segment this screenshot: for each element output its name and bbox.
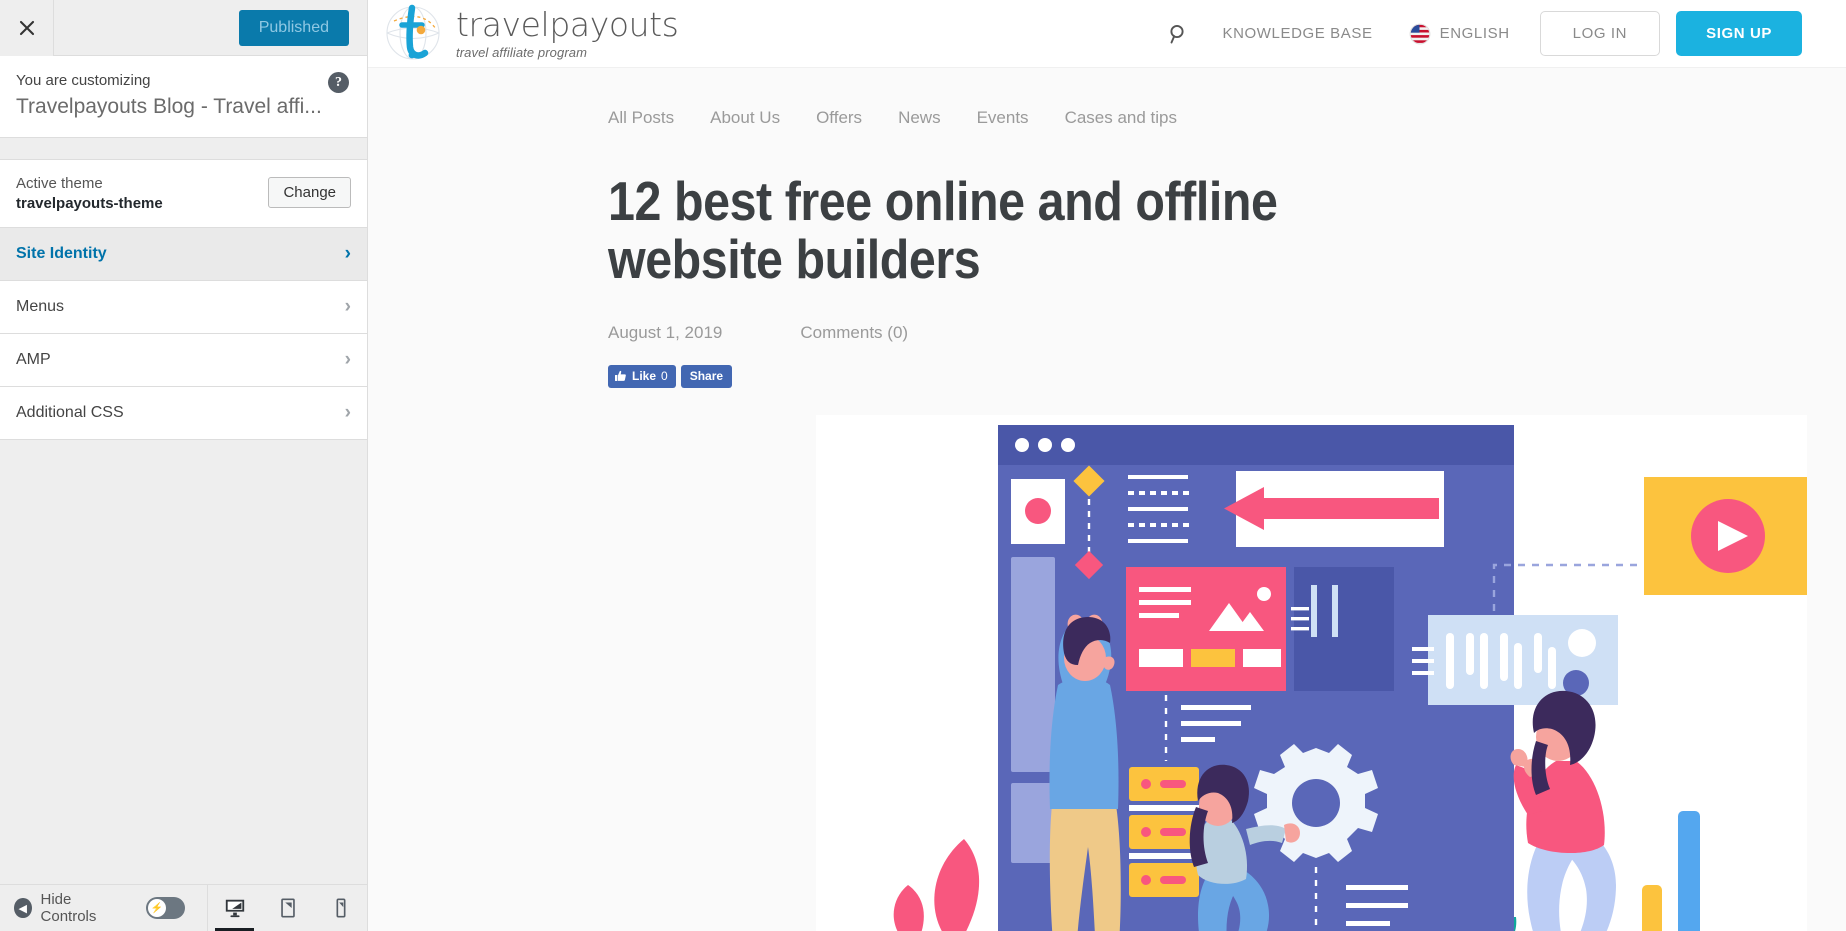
facebook-like-label: Like	[632, 368, 657, 383]
publish-button[interactable]: Published	[238, 9, 349, 46]
page-title: 12 best free online and offline website …	[608, 170, 1278, 290]
change-theme-button[interactable]: Change	[268, 176, 351, 208]
sidebar-divider	[0, 137, 367, 160]
customizing-info: You are customizing Travelpayouts Blog -…	[0, 56, 367, 138]
lightning-icon: ⚡	[148, 899, 167, 917]
chevron-right-icon: ›	[344, 243, 351, 264]
customizer-header: Published	[0, 0, 367, 56]
active-theme-name: travelpayouts-theme	[16, 194, 163, 212]
facebook-like-button[interactable]: Like 0	[608, 364, 676, 389]
sidebar-item-label: Additional CSS	[16, 403, 124, 421]
article-comments-count[interactable]: Comments (0)	[800, 323, 908, 343]
customizer-footer: ◀ Hide Controls ⚡	[0, 884, 367, 931]
article-date: August 1, 2019	[608, 322, 723, 342]
facebook-share-button[interactable]: Share	[680, 364, 733, 389]
customizing-label: You are customizing	[16, 72, 151, 89]
facebook-share-bar: Like 0 Share	[608, 364, 1846, 389]
blog-nav-all-posts[interactable]: All Posts	[608, 108, 674, 128]
customizer-screen: Published You are customizing Travelpayo…	[0, 0, 1846, 931]
language-label: ENGLISH	[1439, 25, 1510, 42]
chevron-right-icon: ›	[344, 402, 351, 423]
travelpayouts-logo-icon	[386, 4, 440, 60]
device-desktop-button[interactable]	[208, 885, 261, 931]
header-nav: KNOWLEDGE BASE ENGLISH LOG IN SIGN UP	[1154, 11, 1802, 56]
hide-controls-label: Hide Controls	[40, 891, 97, 925]
us-flag-icon	[1409, 23, 1430, 44]
customizer-nav: Site Identity › Menus › AMP › Additional…	[0, 227, 367, 440]
knowledge-base-link[interactable]: KNOWLEDGE BASE	[1204, 25, 1390, 42]
sidebar-item-menus[interactable]: Menus ›	[0, 280, 367, 334]
site-logo[interactable]: travelpayouts travel affiliate program	[376, 3, 679, 65]
article-hero-image	[816, 415, 1807, 931]
sidebar-item-label: Menus	[16, 297, 65, 315]
website-builders-illustration	[816, 415, 1807, 931]
site-header: travelpayouts travel affiliate program K…	[368, 0, 1846, 68]
preview-mode-toggle[interactable]: ⚡	[146, 897, 185, 919]
close-icon[interactable]	[0, 0, 54, 56]
collapse-arrow-icon: ◀	[14, 898, 32, 918]
signup-button[interactable]: SIGN UP	[1676, 11, 1802, 56]
hide-controls-button[interactable]: ◀ Hide Controls	[0, 891, 120, 925]
customizer-sidebar: Published You are customizing Travelpayo…	[0, 0, 368, 931]
site-title: Travelpayouts Blog - Travel affi...	[16, 94, 322, 118]
article-meta: August 1, 2019 Comments (0)	[608, 323, 1846, 343]
blog-nav-cases-and-tips[interactable]: Cases and tips	[1065, 108, 1177, 128]
blog-nav-events[interactable]: Events	[977, 108, 1029, 128]
search-icon[interactable]	[1154, 23, 1204, 45]
blog-nav-news[interactable]: News	[898, 108, 941, 128]
sidebar-item-label: Site Identity	[16, 244, 107, 262]
logo-text: travelpayouts travel affiliate program	[456, 4, 679, 60]
language-selector[interactable]: ENGLISH	[1391, 23, 1528, 45]
sidebar-item-amp[interactable]: AMP ›	[0, 333, 367, 387]
blog-nav-offers[interactable]: Offers	[816, 108, 862, 128]
login-button[interactable]: LOG IN	[1539, 11, 1661, 56]
active-theme-panel: Active theme travelpayouts-theme Change	[0, 159, 367, 228]
article: 12 best free online and offline website …	[368, 128, 1846, 931]
facebook-like-count: 0	[661, 368, 668, 383]
active-theme-text: Active theme travelpayouts-theme	[16, 173, 268, 212]
blog-nav: All Posts About Us Offers News Events Ca…	[368, 68, 1846, 128]
help-icon[interactable]: ?	[328, 72, 349, 93]
chevron-right-icon: ›	[344, 296, 351, 317]
blog-nav-about-us[interactable]: About Us	[710, 108, 780, 128]
device-mobile-button[interactable]	[314, 885, 367, 931]
chevron-right-icon: ›	[344, 349, 351, 370]
device-tablet-button[interactable]	[261, 885, 314, 931]
device-preview-group	[207, 884, 367, 931]
thumbs-up-icon	[615, 371, 626, 382]
logo-tagline: travel affiliate program	[456, 44, 588, 60]
site-preview: travelpayouts travel affiliate program K…	[368, 0, 1846, 931]
sidebar-item-additional-css[interactable]: Additional CSS ›	[0, 386, 367, 440]
sidebar-item-label: AMP	[16, 350, 51, 368]
logo-title: travelpayouts	[456, 4, 679, 44]
sidebar-item-site-identity[interactable]: Site Identity ›	[0, 227, 367, 281]
active-theme-label: Active theme	[16, 174, 103, 192]
